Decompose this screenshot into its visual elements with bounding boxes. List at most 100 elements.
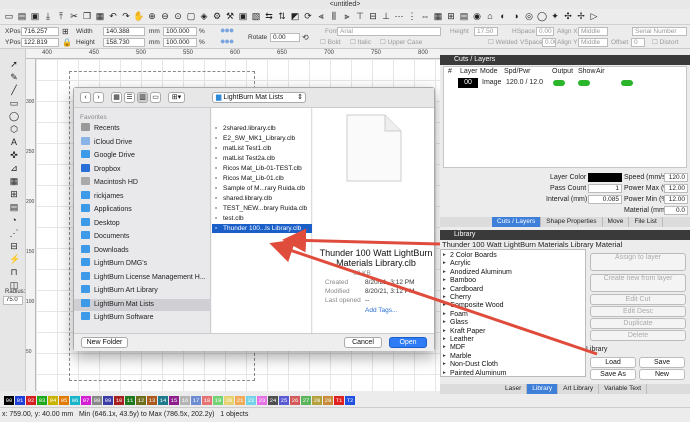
sidebar-item[interactable]: iCloud Drive xyxy=(74,136,211,149)
tab-file-list[interactable]: File List xyxy=(629,217,663,227)
mirror-icon[interactable]: ◩ xyxy=(289,11,301,23)
air-toggle[interactable] xyxy=(621,80,633,86)
sidebar-item[interactable]: Macintosh HD xyxy=(74,177,211,189)
sidebar-item[interactable]: rickjames xyxy=(74,190,211,203)
palette-swatch[interactable]: 17 xyxy=(191,395,201,405)
palette-swatch[interactable]: 00 xyxy=(4,395,14,405)
distribute-h-icon[interactable]: ⋯ xyxy=(393,11,405,23)
sidebar-item[interactable]: LightBurn Art Library xyxy=(74,285,211,297)
sidebar-item[interactable]: Dropbox xyxy=(74,163,211,176)
text-height-field[interactable]: 17.50 xyxy=(474,27,498,36)
import-icon[interactable]: ⤓ xyxy=(42,11,54,23)
gallery-view-button[interactable]: ▭ xyxy=(150,92,161,103)
edit-cut-button[interactable]: Edit Cut xyxy=(590,294,686,305)
palette-swatch[interactable]: 29 xyxy=(323,395,333,405)
palette-swatch[interactable]: 15 xyxy=(169,395,179,405)
palette-swatch[interactable]: 21 xyxy=(235,395,245,405)
show-toggle[interactable] xyxy=(578,80,590,86)
distribute-v-icon[interactable]: ⋮ xyxy=(406,11,418,23)
tab-art-library[interactable]: Art Library xyxy=(558,384,600,394)
flip-v-icon[interactable]: ⇅ xyxy=(276,11,288,23)
output-toggle[interactable] xyxy=(553,80,565,86)
rotate-icon[interactable]: ⟳ xyxy=(302,11,314,23)
tabs-tool-icon[interactable]: ▦ xyxy=(9,176,19,186)
file-row[interactable]: ▫ matList Test1.clb xyxy=(212,144,312,153)
file-row[interactable]: ▫ Sample of M...rary Ruida.clb xyxy=(212,184,312,193)
sidebar-item[interactable]: Recents xyxy=(74,123,211,135)
save-button[interactable]: Save xyxy=(639,357,685,368)
layer-row[interactable]: 00 Image 120.0 / 12.0 xyxy=(444,77,686,89)
offset-icon[interactable]: ◎ xyxy=(523,11,535,23)
select-tool-icon[interactable]: ➚ xyxy=(9,59,19,69)
simulate-icon[interactable]: ▷ xyxy=(588,11,600,23)
array-icon[interactable]: ▦ xyxy=(432,11,444,23)
sidebar-item[interactable]: Desktop xyxy=(74,217,211,230)
camera-icon[interactable]: ◉ xyxy=(471,11,483,23)
speed-field[interactable]: 120.0 xyxy=(664,173,688,182)
line-tool-icon[interactable]: ╱ xyxy=(9,85,19,95)
node-edit-icon[interactable]: ✦ xyxy=(549,11,561,23)
open-button[interactable]: Open xyxy=(389,337,427,348)
rotate-field[interactable]: 0.00 xyxy=(270,33,300,42)
file-row[interactable]: ▫ Ricos Mat_Lib-01-TEST.clb xyxy=(212,164,312,173)
palette-swatch[interactable]: 26 xyxy=(290,395,300,405)
file-row[interactable]: ▫ Ricos Mat_Lib-01.clb xyxy=(212,174,312,183)
new-folder-button[interactable]: New Folder xyxy=(81,337,128,348)
palette-swatch[interactable]: 07 xyxy=(81,395,91,405)
font-select[interactable]: Arial xyxy=(337,27,441,36)
file-row[interactable]: ▫ Thunder 100...ls Library.clb xyxy=(212,224,312,233)
align-left-icon[interactable]: ⫷ xyxy=(315,11,327,23)
pan-icon[interactable]: ✋ xyxy=(133,11,145,23)
material-field[interactable]: 0.0 xyxy=(664,206,688,215)
file-row[interactable]: ▫ matList Test2a.clb xyxy=(212,154,312,163)
align-right-icon[interactable]: ⫸ xyxy=(341,11,353,23)
column-view-button[interactable]: ▥ xyxy=(137,92,148,103)
palette-swatch[interactable]: 16 xyxy=(180,395,190,405)
height-field[interactable]: 158.730 xyxy=(103,38,145,47)
offset-field[interactable]: 0 xyxy=(631,38,645,47)
circular-array-icon[interactable]: ◔ xyxy=(9,215,19,225)
palette-swatch[interactable]: 28 xyxy=(312,395,322,405)
grid-icon[interactable]: ⊞ xyxy=(445,11,457,23)
vspace-field[interactable]: 0.00 xyxy=(542,38,556,47)
power-max-field[interactable]: 12.00 xyxy=(664,184,688,193)
bridge-icon[interactable]: ⊓ xyxy=(9,267,19,277)
measure-icon[interactable]: ✣ xyxy=(562,11,574,23)
load-button[interactable]: Load xyxy=(590,357,636,368)
palette-swatch[interactable]: 05 xyxy=(59,395,69,405)
array-tool-icon[interactable]: ⊞ xyxy=(9,189,19,199)
italic-checkbox[interactable]: ☐ Italic xyxy=(350,38,371,47)
align-top-icon[interactable]: ⊤ xyxy=(354,11,366,23)
copy-along-path-icon[interactable]: ⋰ xyxy=(9,228,19,238)
edit-nodes-icon[interactable]: ✎ xyxy=(9,72,19,82)
palette-swatch[interactable]: 08 xyxy=(92,395,102,405)
hspace-field[interactable]: 0.00 xyxy=(536,27,554,36)
sidebar-item[interactable]: Google Drive xyxy=(74,150,211,162)
sidebar-item[interactable]: LightBurn Mat Lists xyxy=(74,298,211,311)
align-center-icon[interactable]: ⫼ xyxy=(328,11,340,23)
layer-color-swatch[interactable]: 00 xyxy=(458,78,478,88)
trace-icon[interactable]: ◈ xyxy=(198,11,210,23)
export-icon[interactable]: ⤒ xyxy=(55,11,67,23)
cut-icon[interactable]: ✂ xyxy=(68,11,80,23)
rectangle-tool-icon[interactable]: ▭ xyxy=(9,98,19,108)
file-row[interactable]: ▫ TEST_NEW...brary Ruida.clb xyxy=(212,204,312,213)
create-new-from-layer-button[interactable]: Create new from layer xyxy=(590,274,686,292)
rotate-icon[interactable]: ⟲ xyxy=(302,33,309,42)
tab-move[interactable]: Move xyxy=(603,217,630,227)
palette-swatch[interactable]: 19 xyxy=(213,395,223,405)
file-row[interactable]: ▫ shared.library.clb xyxy=(212,194,312,203)
weld-icon[interactable]: ⌂ xyxy=(484,11,496,23)
close-path-icon[interactable]: ◯ xyxy=(536,11,548,23)
save-icon[interactable]: ▣ xyxy=(29,11,41,23)
palette-swatch[interactable]: 03 xyxy=(37,395,47,405)
library-item[interactable]: Painted Aluminum xyxy=(441,369,587,378)
palette-swatch[interactable]: 27 xyxy=(301,395,311,405)
palette-swatch[interactable]: 04 xyxy=(48,395,58,405)
back-button[interactable]: ‹ xyxy=(80,92,91,103)
location-popup[interactable]: ▆ LightBurn Mat Lists ⇕ xyxy=(212,92,306,103)
interval-field[interactable]: 0.085 xyxy=(588,195,622,204)
alignx-select[interactable]: Middle xyxy=(578,27,608,36)
file-row[interactable]: ▫ test.clb xyxy=(212,214,312,223)
paste-icon[interactable]: ▦ xyxy=(94,11,106,23)
